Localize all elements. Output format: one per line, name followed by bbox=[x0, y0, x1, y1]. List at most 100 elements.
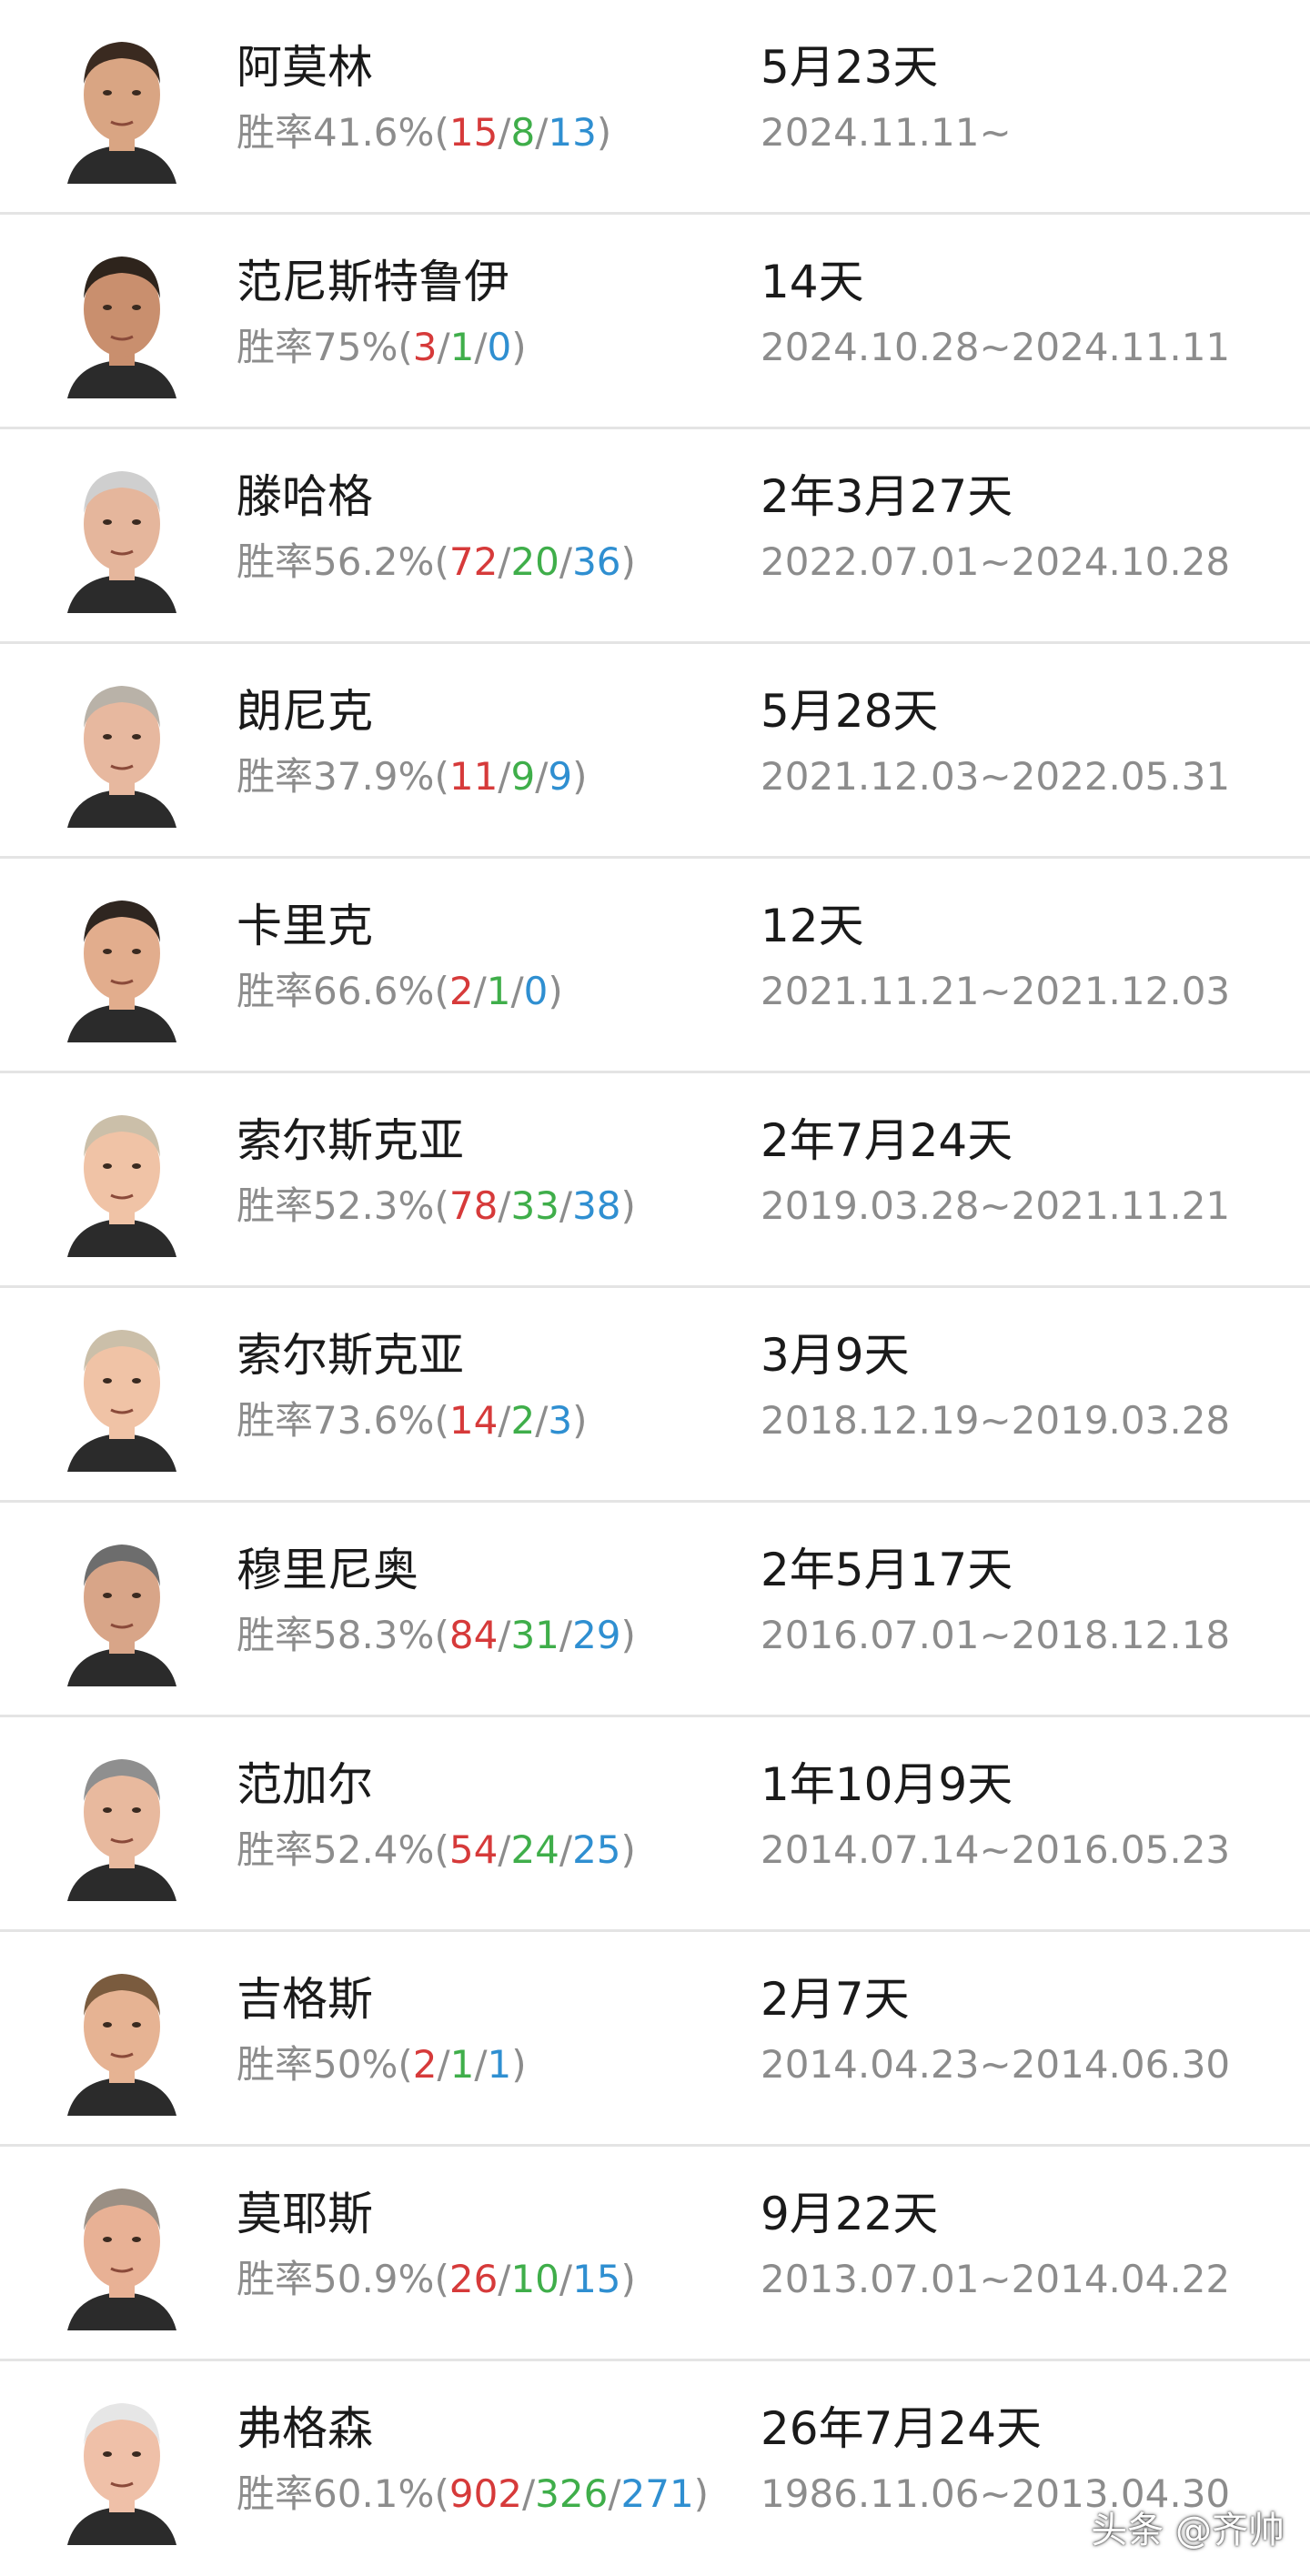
manager-row[interactable]: 朗尼克 胜率37.9%(11/9/9) 5月28天 2021.12.03~2022.0… bbox=[0, 644, 1310, 859]
paren-open: ( bbox=[434, 2257, 449, 2301]
draws-count: 8 bbox=[510, 110, 536, 155]
wins-count: 72 bbox=[448, 539, 499, 584]
tenure-duration: 5月28天 bbox=[761, 685, 939, 738]
manager-photo-icon bbox=[67, 901, 176, 1042]
separator: / bbox=[498, 1183, 511, 1228]
win-rate-stats: 胜率66.6%(2/1/0) bbox=[237, 968, 563, 1015]
win-rate-value: 52.4% bbox=[313, 1827, 435, 1872]
paren-open: ( bbox=[434, 1398, 449, 1443]
manager-photo-icon bbox=[67, 257, 176, 398]
wins-count: 26 bbox=[448, 2257, 499, 2301]
separator: / bbox=[559, 2257, 573, 2301]
losses-count: 0 bbox=[487, 325, 512, 369]
manager-name: 卡里克 bbox=[237, 900, 373, 952]
separator: / bbox=[559, 1613, 573, 1657]
win-rate-value: 41.6% bbox=[313, 110, 435, 155]
avatar bbox=[58, 449, 186, 613]
manager-name: 吉格斯 bbox=[237, 1973, 373, 2026]
manager-row[interactable]: 滕哈格 胜率56.2%(72/20/36) 2年3月27天 2022.07.01~20… bbox=[0, 429, 1310, 644]
separator: / bbox=[559, 1827, 573, 1872]
separator: / bbox=[473, 969, 487, 1013]
tenure-period: 2021.11.21~2021.12.03 bbox=[761, 969, 1231, 1013]
paren-open: ( bbox=[434, 110, 449, 155]
win-rate-value: 52.3% bbox=[313, 1183, 435, 1228]
separator: / bbox=[437, 325, 450, 369]
manager-row[interactable]: 阿莫林 胜率41.6%(15/8/13) 5月23天 2024.11.11~ bbox=[0, 0, 1310, 215]
manager-row[interactable]: 范尼斯特鲁伊 胜率75%(3/1/0) 14天 2024.10.28~2024.11.… bbox=[0, 215, 1310, 429]
tenure-period: 2024.10.28~2024.11.11 bbox=[761, 325, 1231, 369]
wins-count: 14 bbox=[448, 1398, 499, 1443]
manager-name: 范尼斯特鲁伊 bbox=[237, 256, 509, 308]
paren-close: ) bbox=[693, 2471, 710, 2516]
tenure-duration: 2年3月27天 bbox=[761, 470, 1013, 523]
losses-count: 36 bbox=[572, 539, 621, 584]
manager-row[interactable]: 穆里尼奥 胜率58.3%(84/31/29) 2年5月17天 2016.07.01~2… bbox=[0, 1503, 1310, 1717]
win-rate-value: 75% bbox=[313, 325, 398, 369]
win-rate-stats: 胜率50.9%(26/10/15) bbox=[237, 2256, 636, 2303]
tenure-period: 2018.12.19~2019.03.28 bbox=[761, 1398, 1231, 1443]
separator: / bbox=[559, 539, 573, 584]
tenure-duration: 1年10月9天 bbox=[761, 1758, 1013, 1811]
manager-name: 范加尔 bbox=[237, 1758, 373, 1811]
paren-close: ) bbox=[511, 2042, 527, 2087]
losses-count: 29 bbox=[572, 1613, 621, 1657]
tenure-period: 2019.03.28~2021.11.21 bbox=[761, 1183, 1231, 1228]
losses-count: 3 bbox=[548, 1398, 573, 1443]
wins-count: 11 bbox=[448, 754, 499, 799]
win-rate-label: 胜率 bbox=[237, 1398, 314, 1443]
manager-name: 滕哈格 bbox=[237, 470, 373, 523]
win-rate-stats: 胜率50%(2/1/1) bbox=[237, 2041, 527, 2088]
wins-count: 3 bbox=[412, 325, 438, 369]
avatar bbox=[58, 1093, 186, 1257]
losses-count: 0 bbox=[523, 969, 549, 1013]
tenure-period: 2013.07.01~2014.04.22 bbox=[761, 2257, 1231, 2301]
paren-close: ) bbox=[572, 754, 588, 799]
manager-name: 弗格森 bbox=[237, 2402, 373, 2455]
separator: / bbox=[498, 539, 511, 584]
manager-photo-icon bbox=[67, 2403, 176, 2545]
win-rate-label: 胜率 bbox=[237, 969, 314, 1013]
paren-open: ( bbox=[434, 539, 449, 584]
manager-photo-icon bbox=[67, 1330, 176, 1472]
win-rate-label: 胜率 bbox=[237, 2042, 314, 2087]
manager-photo-icon bbox=[67, 1115, 176, 1257]
manager-row[interactable]: 索尔斯克亚 胜率73.6%(14/2/3) 3月9天 2018.12.19~2019.… bbox=[0, 1288, 1310, 1503]
separator: / bbox=[498, 754, 511, 799]
losses-count: 25 bbox=[572, 1827, 621, 1872]
win-rate-stats: 胜率37.9%(11/9/9) bbox=[237, 753, 587, 800]
draws-count: 1 bbox=[486, 969, 511, 1013]
tenure-duration: 2年5月17天 bbox=[761, 1544, 1013, 1596]
draws-count: 2 bbox=[510, 1398, 536, 1443]
manager-row[interactable]: 吉格斯 胜率50%(2/1/1) 2月7天 2014.04.23~2014.06.30 bbox=[0, 1932, 1310, 2147]
separator: / bbox=[535, 754, 549, 799]
win-rate-label: 胜率 bbox=[237, 1827, 314, 1872]
manager-row[interactable]: 卡里克 胜率66.6%(2/1/0) 12天 2021.11.21~2021.12.0… bbox=[0, 859, 1310, 1073]
paren-open: ( bbox=[434, 754, 449, 799]
win-rate-label: 胜率 bbox=[237, 2471, 314, 2516]
win-rate-label: 胜率 bbox=[237, 754, 314, 799]
paren-open: ( bbox=[434, 1827, 449, 1872]
win-rate-stats: 胜率41.6%(15/8/13) bbox=[237, 109, 611, 156]
tenure-duration: 5月23天 bbox=[761, 41, 939, 94]
win-rate-label: 胜率 bbox=[237, 2257, 314, 2301]
paren-close: ) bbox=[620, 2257, 636, 2301]
separator: / bbox=[498, 1613, 511, 1657]
wins-count: 84 bbox=[448, 1613, 499, 1657]
separator: / bbox=[498, 1827, 511, 1872]
avatar bbox=[58, 1737, 186, 1901]
paren-open: ( bbox=[434, 1613, 449, 1657]
separator: / bbox=[474, 2042, 488, 2087]
avatar bbox=[58, 1523, 186, 1686]
manager-photo-icon bbox=[67, 471, 176, 613]
manager-row[interactable]: 索尔斯克亚 胜率52.3%(78/33/38) 2年7月24天 2019.03.28~… bbox=[0, 1073, 1310, 1288]
win-rate-label: 胜率 bbox=[237, 1613, 314, 1657]
losses-count: 15 bbox=[572, 2257, 621, 2301]
win-rate-value: 50% bbox=[313, 2042, 398, 2087]
manager-row[interactable]: 莫耶斯 胜率50.9%(26/10/15) 9月22天 2013.07.01~2014… bbox=[0, 2147, 1310, 2361]
win-rate-stats: 胜率75%(3/1/0) bbox=[237, 324, 527, 371]
manager-row[interactable]: 范加尔 胜率52.4%(54/24/25) 1年10月9天 2014.07.14~20… bbox=[0, 1717, 1310, 1932]
draws-count: 20 bbox=[510, 539, 559, 584]
paren-close: ) bbox=[620, 1613, 636, 1657]
manager-photo-icon bbox=[67, 686, 176, 828]
separator: / bbox=[498, 1398, 511, 1443]
